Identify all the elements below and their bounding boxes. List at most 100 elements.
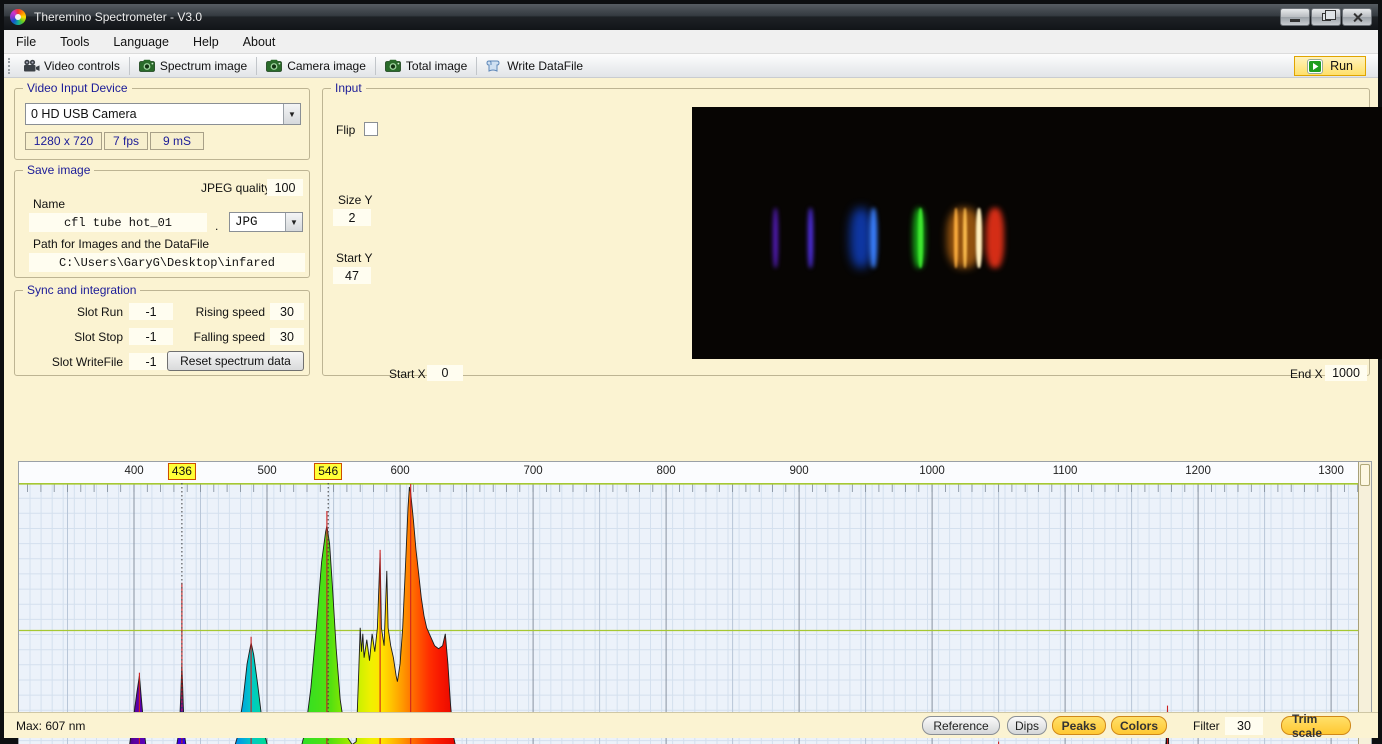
- exposure-chip: 9 mS: [150, 132, 204, 150]
- slot-run-label: Slot Run: [76, 305, 123, 319]
- rising-speed-label: Rising speed: [195, 305, 265, 319]
- axis-tick-label: 1300: [1318, 465, 1344, 477]
- axis-tick-label: 1000: [919, 465, 945, 477]
- menu-tools[interactable]: Tools: [48, 32, 101, 52]
- toolbar-separator: [374, 56, 376, 75]
- camera-icon: [385, 59, 401, 73]
- camera-image[interactable]: [692, 107, 1382, 359]
- save-image-group: Save image Name JPEG quality 100 cfl tub…: [14, 163, 310, 278]
- filename-field[interactable]: cfl tube hot_01: [29, 213, 207, 232]
- end-x-label: End X: [1290, 367, 1323, 381]
- toolbar-separator: [256, 56, 258, 75]
- menu-file[interactable]: File: [4, 32, 48, 52]
- slot-stop-field[interactable]: -1: [129, 328, 173, 345]
- app-window: Theremino Spectrometer - V3.0 File Tools L…: [0, 0, 1382, 744]
- reset-spectrum-button[interactable]: Reset spectrum data: [167, 351, 304, 371]
- minimize-button[interactable]: [1280, 8, 1310, 26]
- sync-group: Sync and integration Slot Run -1 Slot St…: [14, 283, 310, 376]
- video-controls-icon: [23, 59, 40, 73]
- save-image-title: Save image: [23, 163, 95, 177]
- slot-stop-label: Slot Stop: [74, 330, 123, 344]
- start-x-label: Start X: [389, 367, 426, 381]
- toolbar-separator: [128, 56, 130, 75]
- path-field[interactable]: C:\Users\GaryG\Desktop\infared: [29, 253, 305, 272]
- start-x-field[interactable]: 0: [427, 365, 463, 381]
- start-y-field[interactable]: 47: [333, 267, 371, 284]
- calibration-marker-546[interactable]: 546: [314, 463, 343, 480]
- toolbar: Video controls Spectrum image Camera image…: [4, 54, 1378, 78]
- axis-tick-label: 1200: [1185, 465, 1211, 477]
- input-title: Input: [331, 81, 366, 95]
- toolbar-separator: [476, 56, 478, 75]
- spectral-line: [772, 207, 778, 269]
- toolbar-camera-image-button[interactable]: Camera image: [259, 57, 373, 75]
- trim-scale-button[interactable]: Trim scale: [1281, 712, 1351, 740]
- reference-button[interactable]: Reference: [922, 716, 1000, 735]
- colors-button[interactable]: Colors: [1111, 716, 1167, 735]
- size-y-field[interactable]: 2: [333, 209, 371, 226]
- toolbar-video-controls-button[interactable]: Video controls: [16, 57, 127, 75]
- spectral-line: [869, 207, 877, 269]
- spectral-line: [962, 207, 967, 269]
- spectral-line: [986, 207, 1005, 269]
- name-label: Name: [33, 197, 66, 211]
- close-button[interactable]: [1342, 8, 1372, 26]
- end-x-field[interactable]: 1000: [1325, 365, 1367, 381]
- chevron-down-icon: ▼: [285, 213, 302, 231]
- sync-title: Sync and integration: [23, 283, 141, 297]
- maximize-icon: [1321, 10, 1336, 21]
- size-y-label: Size Y: [338, 193, 373, 207]
- scroll-icon: [486, 59, 502, 73]
- format-select[interactable]: JPG ▼: [229, 212, 303, 232]
- spectral-line: [849, 207, 872, 269]
- toolbar-button-label: Spectrum image: [159, 58, 248, 73]
- format-value: JPG: [235, 215, 258, 229]
- menu-help[interactable]: Help: [181, 32, 231, 52]
- axis-tick-label: 400: [124, 465, 144, 477]
- menu-about[interactable]: About: [231, 32, 288, 52]
- axis-tick-label: 800: [656, 465, 676, 477]
- toolbar-spectrum-image-button[interactable]: Spectrum image: [132, 57, 254, 75]
- chart-scrollbar-handle[interactable]: [1360, 464, 1370, 486]
- menu-language[interactable]: Language: [101, 32, 181, 52]
- flip-checkbox[interactable]: [364, 122, 378, 136]
- video-device-value: 0 HD USB Camera: [31, 107, 137, 121]
- wavelength-axis: 400 500 600 700 800 900 1000 1100 1200 1300 436 546: [19, 462, 1359, 483]
- axis-tick-label: 700: [523, 465, 543, 477]
- statusbar: Max: 607 nm Reference Dips Peaks Colors Fil…: [4, 712, 1378, 740]
- toolbar-total-image-button[interactable]: Total image: [378, 57, 474, 75]
- window-title: Theremino Spectrometer - V3.0: [34, 10, 203, 24]
- falling-speed-field[interactable]: 30: [270, 328, 304, 345]
- toolbar-write-datafile-button[interactable]: Write DataFile: [479, 57, 590, 75]
- chevron-down-icon: ▼: [283, 104, 300, 124]
- camera-icon: [138, 59, 155, 73]
- video-device-select[interactable]: 0 HD USB Camera ▼: [25, 103, 301, 125]
- run-label: Run: [1330, 59, 1353, 73]
- jpeg-quality-field[interactable]: 100: [267, 179, 303, 196]
- jpeg-quality-label: JPEG quality: [201, 181, 271, 195]
- flip-label: Flip: [336, 123, 356, 137]
- toolbar-grip: [8, 57, 11, 74]
- calibration-marker-436[interactable]: 436: [167, 463, 196, 480]
- axis-tick-label: 1100: [1052, 465, 1078, 477]
- fps-chip: 7 fps: [104, 132, 148, 150]
- spectrum-curve: [19, 483, 1359, 744]
- menubar: File Tools Language Help About: [4, 30, 1378, 54]
- axis-tick-label: 600: [390, 465, 410, 477]
- toolbar-button-label: Camera image: [287, 58, 366, 73]
- minimize-icon: [1290, 19, 1300, 22]
- max-wavelength-readout: Max: 607 nm: [16, 719, 86, 733]
- peaks-button[interactable]: Peaks: [1052, 716, 1106, 735]
- path-label: Path for Images and the DataFile: [33, 237, 210, 251]
- rising-speed-field[interactable]: 30: [270, 303, 304, 320]
- slot-run-field[interactable]: -1: [129, 303, 173, 320]
- filter-field[interactable]: 30: [1225, 717, 1263, 735]
- run-button[interactable]: Run: [1294, 56, 1366, 76]
- filter-label: Filter: [1193, 719, 1220, 733]
- close-icon: [1352, 12, 1363, 23]
- maximize-button[interactable]: [1311, 8, 1341, 26]
- camera-icon: [266, 59, 283, 73]
- spectral-line: [918, 207, 924, 269]
- dips-button[interactable]: Dips: [1007, 716, 1047, 735]
- spectral-line: [808, 207, 814, 269]
